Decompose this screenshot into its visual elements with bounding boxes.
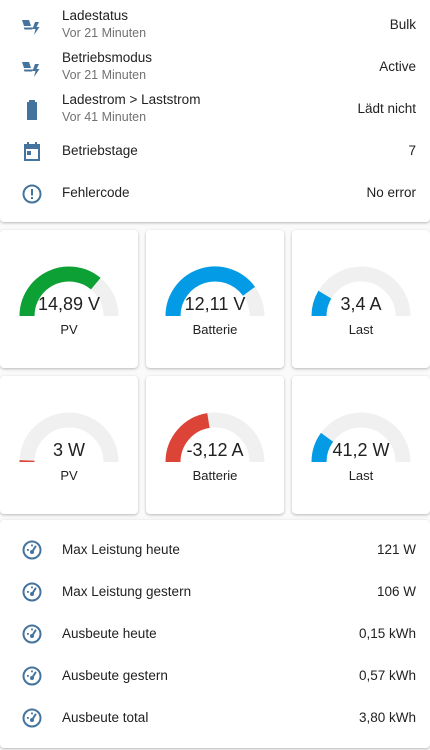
solar-power-icon — [20, 14, 44, 38]
gauge-card-load-power[interactable]: 41,2 W Last — [292, 376, 430, 514]
stats-card: Max Leistung heute 121 W Max Leistung ge… — [0, 520, 430, 748]
entity-state: Lädt nicht — [357, 101, 416, 116]
entity-state: 7 — [408, 143, 416, 158]
entity-last-changed: Vor 41 Minuten — [62, 110, 147, 124]
gauge-card-pv-voltage[interactable]: 14,89 V PV — [0, 230, 138, 368]
entity-state: 0,15 kWh — [358, 626, 416, 641]
entity-state: 106 W — [376, 584, 416, 599]
entity-row-ladestrom[interactable]: Ladestrom > Laststrom Vor 41 Minuten Läd… — [0, 90, 430, 130]
gauge-label: Last — [348, 468, 374, 483]
entity-last-changed: Vor 21 Minuten — [62, 68, 147, 82]
gauge-icon — [20, 538, 44, 562]
calendar-icon — [20, 140, 44, 164]
entity-row-fehlercode[interactable]: Fehlercode No error — [0, 174, 430, 214]
entity-row-ausbeute-heute[interactable]: Ausbeute heute 0,15 kWh — [0, 614, 430, 654]
entity-state: 0,57 kWh — [358, 668, 416, 683]
entity-state: No error — [366, 185, 416, 200]
entity-last-changed: Vor 21 Minuten — [62, 26, 147, 40]
entity-row-betriebsmodus[interactable]: Betriebsmodus Vor 21 Minuten Active — [0, 48, 430, 88]
entity-row-betriebstage[interactable]: Betriebstage 7 — [0, 132, 430, 172]
gauge-label: PV — [60, 468, 78, 483]
gauge-label: Batterie — [192, 322, 238, 337]
gauge-value: 3 W — [52, 440, 85, 460]
entity-row-ausbeute-total[interactable]: Ausbeute total 3,80 kWh — [0, 698, 430, 738]
entity-name: Max Leistung heute — [62, 542, 180, 557]
entity-name: Ladestatus — [62, 8, 129, 23]
entity-row-max-leistung-gestern[interactable]: Max Leistung gestern 106 W — [0, 572, 430, 612]
entity-name: Ausbeute heute — [62, 626, 157, 641]
gauge-value: -3,12 A — [186, 440, 244, 460]
gauge-card-load-current[interactable]: 3,4 A Last — [292, 230, 430, 368]
gauge-card-pv-power[interactable]: 3 W PV — [0, 376, 138, 514]
battery-icon — [20, 98, 44, 122]
gauge-value: 12,11 V — [184, 294, 246, 314]
alert-circle-icon — [20, 182, 44, 206]
entity-name: Ladestrom > Laststrom — [62, 92, 201, 107]
gauge-label: Batterie — [192, 468, 238, 483]
entity-state: 121 W — [376, 542, 416, 557]
entity-state: Bulk — [389, 17, 416, 32]
entity-name: Betriebsmodus — [62, 50, 153, 65]
entity-state: 3,80 kWh — [358, 710, 416, 725]
gauge-icon — [20, 664, 44, 688]
entity-row-ausbeute-gestern[interactable]: Ausbeute gestern 0,57 kWh — [0, 656, 430, 696]
gauge-value: 14,89 V — [37, 294, 101, 314]
gauge-value: 41,2 W — [332, 440, 390, 460]
entity-row-ladestatus[interactable]: Ladestatus Vor 21 Minuten Bulk — [0, 6, 430, 46]
entity-state: Active — [379, 59, 416, 74]
gauge-card-battery-voltage[interactable]: 12,11 V Batterie — [146, 230, 284, 368]
gauge-card-battery-current[interactable]: -3,12 A Batterie — [146, 376, 284, 514]
entity-name: Betriebstage — [62, 143, 138, 158]
entity-name: Ausbeute gestern — [62, 668, 168, 683]
gauge-value: 3,4 A — [340, 294, 382, 314]
entity-name: Fehlercode — [62, 185, 130, 200]
gauge-label: PV — [60, 322, 78, 337]
entity-row-max-leistung-heute[interactable]: Max Leistung heute 121 W — [0, 530, 430, 570]
gauge-icon — [20, 706, 44, 730]
gauge-label: Last — [348, 322, 374, 337]
entity-name: Ausbeute total — [62, 710, 149, 725]
solar-power-icon — [20, 56, 44, 80]
status-card: Ladestatus Vor 21 Minuten Bulk Betriebsm… — [0, 0, 430, 222]
gauge-icon — [20, 622, 44, 646]
entity-name: Max Leistung gestern — [62, 584, 192, 599]
gauge-icon — [20, 580, 44, 604]
